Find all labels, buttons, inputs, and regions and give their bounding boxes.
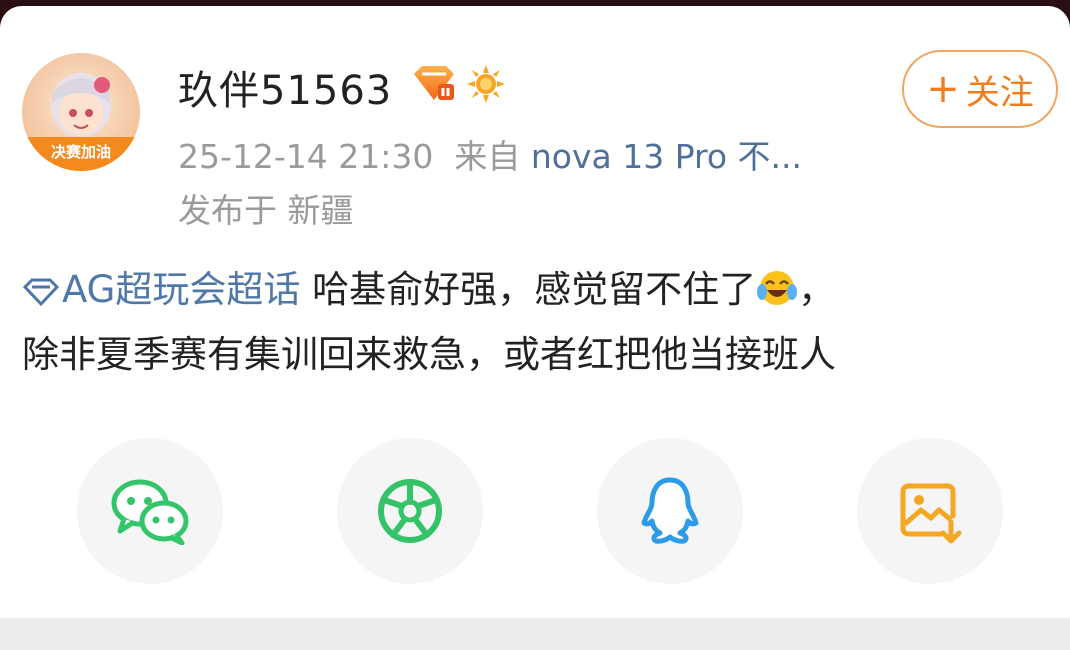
follow-button[interactable]: + 关注 xyxy=(902,50,1058,128)
post-timestamp: 25-12-14 21:30 xyxy=(178,137,434,176)
post-text-comma: ， xyxy=(798,268,836,311)
post-content: AG超玩会超话 哈基俞好强，感觉留不住了 ， 除非夏季赛有集训回来救急，或者红把他… xyxy=(22,260,1052,384)
source-prefix: 来自 xyxy=(454,137,521,176)
share-moments-button[interactable] xyxy=(337,438,483,584)
post-text-line1: 哈基俞好强，感觉留不住了 xyxy=(312,268,757,311)
topic-label: AG超玩会超话 xyxy=(62,268,301,311)
save-image-button[interactable] xyxy=(857,438,1003,584)
qq-icon xyxy=(641,477,699,544)
avatar-banner-text: 决赛加油 xyxy=(22,137,140,171)
post-meta: 25-12-14 21:30 来自 nova 13 Pro 不... xyxy=(178,130,802,178)
save-image-icon xyxy=(900,483,962,544)
post-location: 发布于 新疆 xyxy=(178,191,354,230)
sun-level-icon[interactable] xyxy=(466,64,506,108)
avatar[interactable]: 决赛加油 xyxy=(22,53,140,171)
plus-icon: + xyxy=(926,66,960,112)
laugh-cry-emoji-icon xyxy=(756,266,798,325)
source-device-link[interactable]: nova 13 Pro 不... xyxy=(531,137,802,176)
vip-diamond-badge-icon[interactable] xyxy=(410,64,458,108)
post-text-line2: 除非夏季赛有集训回来救急，或者红把他当接班人 xyxy=(22,333,836,376)
post-card: 决赛加油 玖伴51563 + 关注 25-12-14 21:30 来自 nova… xyxy=(0,6,1070,650)
diamond-topic-icon xyxy=(22,264,60,323)
topic-link[interactable]: AG超玩会超话 xyxy=(22,268,300,311)
moments-icon xyxy=(378,479,442,543)
share-wechat-button[interactable] xyxy=(77,438,223,584)
bottom-strip xyxy=(0,618,1070,650)
wechat-icon xyxy=(111,479,189,545)
follow-label: 关注 xyxy=(965,72,1034,113)
share-qq-button[interactable] xyxy=(597,438,743,584)
username[interactable]: 玖伴51563 xyxy=(178,58,392,116)
